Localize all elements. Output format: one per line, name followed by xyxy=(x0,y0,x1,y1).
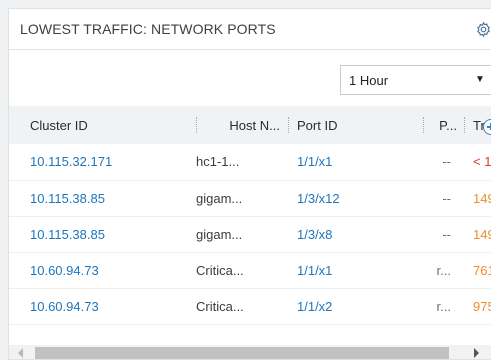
cluster-id-link[interactable]: 10.115.32.171 xyxy=(9,144,196,180)
cluster-id-link[interactable]: 10.115.38.85 xyxy=(9,216,196,252)
traffic-cell: 9750. xyxy=(473,298,491,314)
port-id-link[interactable]: 1/1/x2 xyxy=(288,288,423,324)
table-row[interactable]: 10.115.38.85 gigam... 1/3/x12 -- 149.7 xyxy=(9,180,491,216)
cluster-id-link[interactable]: 10.60.94.73 xyxy=(9,288,196,324)
column-header-protocol[interactable]: P... xyxy=(423,106,464,144)
traffic-cell: 149.7 xyxy=(473,226,491,242)
port-id-link[interactable]: 1/3/x12 xyxy=(288,180,423,216)
column-header-cluster-id[interactable]: Cluster ID xyxy=(9,106,196,144)
traffic-cell: < 1 M xyxy=(473,154,491,170)
protocol-cell: -- xyxy=(442,154,451,170)
time-range-select[interactable]: 1 Hour ▼ xyxy=(340,65,491,95)
chevron-down-icon: ▼ xyxy=(475,74,485,85)
port-id-link[interactable]: 1/3/x8 xyxy=(288,216,423,252)
widget-toolbar: 1 Hour ▼ xyxy=(9,50,491,105)
gear-icon[interactable] xyxy=(475,21,491,38)
cluster-id-link[interactable]: 10.115.38.85 xyxy=(9,180,196,216)
protocol-cell: r... xyxy=(436,262,451,278)
horizontal-scrollbar[interactable] xyxy=(9,345,491,359)
host-name-cell: hc1-1... xyxy=(196,154,240,170)
time-range-value: 1 Hour xyxy=(349,73,389,88)
lowest-traffic-widget: LOWEST TRAFFIC: NETWORK PORTS 1 Hour ▼ C… xyxy=(8,8,491,360)
protocol-cell: r... xyxy=(436,298,451,314)
scrollbar-thumb[interactable] xyxy=(35,347,449,359)
column-header-host-name[interactable]: Host N... xyxy=(196,106,288,144)
host-name-cell: Critica... xyxy=(196,262,244,278)
port-id-link[interactable]: 1/1/x1 xyxy=(288,144,423,180)
widget-title: LOWEST TRAFFIC: NETWORK PORTS xyxy=(20,21,276,37)
table-header-row: Cluster ID Host N... Port ID P... Tr... xyxy=(9,106,491,144)
table-row[interactable]: 10.115.38.85 gigam... 1/3/x8 -- 149.7 xyxy=(9,216,491,252)
traffic-cell: 7612. xyxy=(473,262,491,278)
cluster-id-link[interactable]: 10.60.94.73 xyxy=(9,252,196,288)
host-name-cell: Critica... xyxy=(196,298,244,314)
traffic-cell: 149.7 xyxy=(473,190,491,206)
scroll-left-arrow-icon[interactable] xyxy=(18,348,23,358)
column-header-port-id[interactable]: Port ID xyxy=(288,106,423,144)
host-name-cell: gigam... xyxy=(196,190,243,206)
ports-table: Cluster ID Host N... Port ID P... Tr... … xyxy=(9,106,491,325)
widget-header: LOWEST TRAFFIC: NETWORK PORTS xyxy=(9,9,491,50)
table-row[interactable]: 10.60.94.73 Critica... 1/1/x1 r... 7612. xyxy=(9,252,491,288)
scroll-right-arrow-icon[interactable] xyxy=(474,348,479,358)
port-id-link[interactable]: 1/1/x1 xyxy=(288,252,423,288)
protocol-cell: -- xyxy=(442,226,451,242)
protocol-cell: -- xyxy=(442,190,451,206)
table-row[interactable]: 10.60.94.73 Critica... 1/1/x2 r... 9750. xyxy=(9,288,491,324)
host-name-cell: gigam... xyxy=(196,226,243,242)
table-row[interactable]: 10.115.32.171 hc1-1... 1/1/x1 -- < 1 M xyxy=(9,144,491,180)
